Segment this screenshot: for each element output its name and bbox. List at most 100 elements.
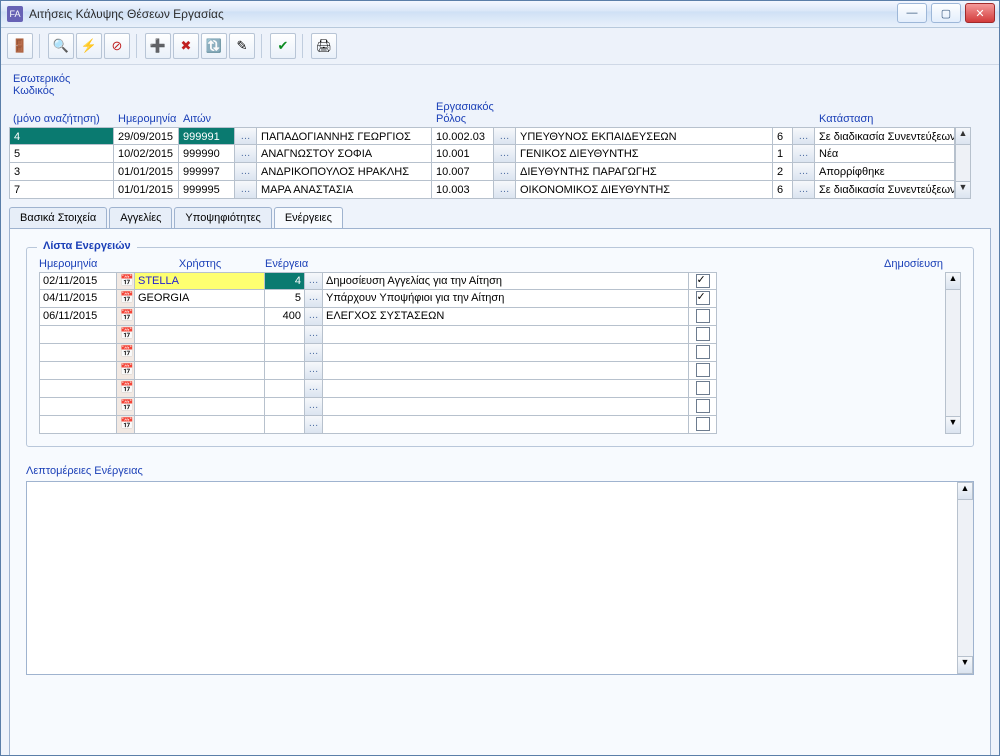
lookup-button[interactable]: … bbox=[494, 127, 516, 145]
calendar-icon[interactable]: 📅 bbox=[117, 326, 135, 344]
cell-action-code[interactable] bbox=[265, 344, 305, 362]
cell-requester-name[interactable]: ΜΑΡΑ ΑΝΑΣΤΑΣΙΑ bbox=[257, 181, 432, 199]
calendar-icon[interactable]: 📅 bbox=[117, 308, 135, 326]
cell-action-user[interactable] bbox=[135, 380, 265, 398]
tab-actions[interactable]: Ενέργειες bbox=[274, 207, 343, 228]
cell-action-date[interactable] bbox=[39, 398, 117, 416]
cell-publish-checkbox[interactable] bbox=[689, 272, 717, 290]
list-item[interactable]: 📅… bbox=[39, 416, 945, 434]
cell-status-name[interactable]: Σε διαδικασία Συνεντεύξεων bbox=[815, 181, 955, 199]
list-item[interactable]: 📅… bbox=[39, 398, 945, 416]
cell-action-date[interactable] bbox=[39, 326, 117, 344]
list-item[interactable]: 📅… bbox=[39, 362, 945, 380]
cell-status-code[interactable]: 6 bbox=[773, 127, 793, 145]
cell-action-date[interactable] bbox=[39, 380, 117, 398]
cell-publish-checkbox[interactable] bbox=[689, 290, 717, 308]
cell-role-code[interactable]: 10.003 bbox=[432, 181, 494, 199]
cell-role-name[interactable]: ΓΕΝΙΚΟΣ ΔΙΕΥΘΥΝΤΗΣ bbox=[516, 145, 773, 163]
calendar-icon[interactable]: 📅 bbox=[117, 380, 135, 398]
cell-status-name[interactable]: Νέα bbox=[815, 145, 955, 163]
cell-action-user[interactable] bbox=[135, 344, 265, 362]
pencil-icon[interactable]: ✎ bbox=[229, 33, 255, 59]
lookup-button[interactable]: … bbox=[235, 127, 257, 145]
maximize-button[interactable]: ▢ bbox=[931, 3, 961, 23]
cell-publish-checkbox[interactable] bbox=[689, 308, 717, 326]
cell-requester-code[interactable]: 999995 bbox=[179, 181, 235, 199]
cell-action-date[interactable]: 04/11/2015 bbox=[39, 290, 117, 308]
cell-action-desc[interactable]: ΕΛΕΓΧΟΣ ΣΥΣΤΑΣΕΩΝ bbox=[323, 308, 689, 326]
cell-requester-name[interactable]: ΑΝΔΡΙΚΟΠΟΥΛΟΣ ΗΡΑΚΛΗΣ bbox=[257, 163, 432, 181]
table-row[interactable]: 429/09/2015999991…ΠΑΠΑΔΟΓΙΑΝΝΗΣ ΓΕΩΡΓΙΟΣ… bbox=[9, 127, 955, 145]
scroll-track[interactable] bbox=[955, 145, 971, 181]
cell-code[interactable]: 5 bbox=[9, 145, 114, 163]
cell-publish-checkbox[interactable] bbox=[689, 398, 717, 416]
cell-date[interactable]: 29/09/2015 bbox=[114, 127, 179, 145]
cell-publish-checkbox[interactable] bbox=[689, 344, 717, 362]
cell-role-code[interactable]: 10.002.03 bbox=[432, 127, 494, 145]
table-row[interactable]: 701/01/2015999995…ΜΑΡΑ ΑΝΑΣΤΑΣΙΑ10.003…Ο… bbox=[9, 181, 955, 199]
checkbox-icon[interactable] bbox=[696, 399, 710, 413]
cell-action-user[interactable]: STELLA bbox=[135, 272, 265, 290]
details-scrollbar[interactable]: ▲ ▼ bbox=[957, 482, 973, 674]
cell-action-date[interactable] bbox=[39, 362, 117, 380]
cell-role-code[interactable]: 10.007 bbox=[432, 163, 494, 181]
cell-publish-checkbox[interactable] bbox=[689, 362, 717, 380]
cell-action-code[interactable]: 4 bbox=[265, 272, 305, 290]
cell-action-code[interactable] bbox=[265, 416, 305, 434]
list-item[interactable]: 📅… bbox=[39, 380, 945, 398]
cell-action-code[interactable] bbox=[265, 362, 305, 380]
exit-door-icon[interactable]: 🚪 bbox=[7, 33, 33, 59]
checkbox-icon[interactable] bbox=[696, 291, 710, 305]
cell-status-code[interactable]: 1 bbox=[773, 145, 793, 163]
cell-action-code[interactable]: 400 bbox=[265, 308, 305, 326]
cell-action-user[interactable] bbox=[135, 398, 265, 416]
cell-role-name[interactable]: ΥΠΕΥΘΥΝΟΣ ΕΚΠΑΙΔΕΥΣΕΩΝ bbox=[516, 127, 773, 145]
cell-action-user[interactable]: GEORGIA bbox=[135, 290, 265, 308]
cell-requester-name[interactable]: ΑΝΑΓΝΩΣΤΟΥ ΣΟΦΙΑ bbox=[257, 145, 432, 163]
lookup-button[interactable]: … bbox=[305, 362, 323, 380]
list-item[interactable]: 📅… bbox=[39, 326, 945, 344]
cell-action-date[interactable] bbox=[39, 344, 117, 362]
minimize-button[interactable]: — bbox=[897, 3, 927, 23]
scroll-up-icon[interactable]: ▲ bbox=[957, 482, 973, 500]
cell-action-date[interactable]: 06/11/2015 bbox=[39, 308, 117, 326]
checkbox-icon[interactable] bbox=[696, 327, 710, 341]
cell-action-desc[interactable] bbox=[323, 380, 689, 398]
list-item[interactable]: 📅… bbox=[39, 344, 945, 362]
checkbox-icon[interactable] bbox=[696, 309, 710, 323]
cell-date[interactable]: 01/01/2015 bbox=[114, 163, 179, 181]
lookup-button[interactable]: … bbox=[305, 380, 323, 398]
lookup-button[interactable]: … bbox=[305, 416, 323, 434]
tab-basic-info[interactable]: Βασικά Στοιχεία bbox=[9, 207, 107, 228]
lookup-button[interactable]: … bbox=[793, 163, 815, 181]
cell-publish-checkbox[interactable] bbox=[689, 380, 717, 398]
cell-action-code[interactable]: 5 bbox=[265, 290, 305, 308]
lookup-button[interactable]: … bbox=[235, 163, 257, 181]
checkbox-icon[interactable] bbox=[696, 381, 710, 395]
cell-action-date[interactable]: 02/11/2015 bbox=[39, 272, 117, 290]
lookup-button[interactable]: … bbox=[793, 127, 815, 145]
cell-requester-code[interactable]: 999990 bbox=[179, 145, 235, 163]
cell-publish-checkbox[interactable] bbox=[689, 416, 717, 434]
cell-action-desc[interactable] bbox=[323, 416, 689, 434]
cell-code[interactable]: 7 bbox=[9, 181, 114, 199]
calendar-icon[interactable]: 📅 bbox=[117, 290, 135, 308]
cell-action-user[interactable] bbox=[135, 308, 265, 326]
cell-requester-code[interactable]: 999991 bbox=[179, 127, 235, 145]
checkbox-icon[interactable] bbox=[696, 417, 710, 431]
cell-action-desc[interactable] bbox=[323, 344, 689, 362]
refresh-icon[interactable]: ⚡ bbox=[76, 33, 102, 59]
close-button[interactable]: ✕ bbox=[965, 3, 995, 23]
cell-role-name[interactable]: ΔΙΕΥΘΥΝΤΗΣ ΠΑΡΑΓΩΓΗΣ bbox=[516, 163, 773, 181]
cell-action-code[interactable] bbox=[265, 326, 305, 344]
list-item[interactable]: 04/11/2015📅GEORGIA5…Υπάρχουν Υποψήφιοι γ… bbox=[39, 290, 945, 308]
cell-status-code[interactable]: 6 bbox=[773, 181, 793, 199]
lookup-button[interactable]: … bbox=[305, 308, 323, 326]
plus-icon[interactable]: ➕ bbox=[145, 33, 171, 59]
lookup-button[interactable]: … bbox=[305, 344, 323, 362]
lookup-button[interactable]: … bbox=[494, 145, 516, 163]
cell-action-user[interactable] bbox=[135, 362, 265, 380]
cell-publish-checkbox[interactable] bbox=[689, 326, 717, 344]
cell-date[interactable]: 10/02/2015 bbox=[114, 145, 179, 163]
grid-scrollbar[interactable]: ▲ ▼ bbox=[955, 127, 971, 199]
